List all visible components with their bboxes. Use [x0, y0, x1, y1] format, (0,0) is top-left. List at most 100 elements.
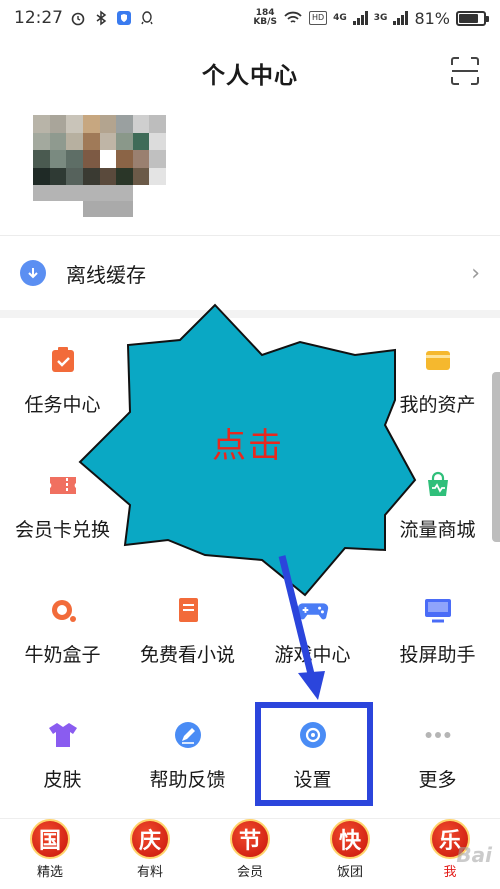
- avatar-pixel: [49, 167, 67, 185]
- avatar-pixel: [99, 115, 117, 133]
- avatar-pixel: [82, 167, 100, 185]
- download-icon: [20, 260, 46, 286]
- nav-item-2[interactable]: 节会员: [200, 819, 300, 889]
- avatar-pixel: [82, 115, 100, 133]
- net-type-1: 4G: [333, 12, 347, 23]
- avatar-pixel: [149, 167, 166, 185]
- scrollbar[interactable]: [492, 372, 500, 542]
- avatar[interactable]: [33, 115, 166, 185]
- grid-item-hidden[interactable]: [250, 455, 375, 565]
- scan-icon[interactable]: [450, 56, 480, 86]
- grid-item-label: 牛奶盒子: [24, 644, 101, 666]
- tshirt-icon: [47, 719, 79, 751]
- milk-box-icon: [47, 594, 79, 626]
- grid-item-shopping-bag[interactable]: 流量商城: [375, 455, 500, 565]
- nav-badge-icon: 庆: [130, 819, 170, 859]
- avatar-pixel: [66, 132, 83, 150]
- grid-item-gamepad[interactable]: 游戏中心: [250, 580, 375, 690]
- nav-badge-icon: 国: [30, 819, 70, 859]
- avatar-pixel: [116, 132, 133, 150]
- bluetooth-icon: [96, 10, 107, 26]
- avatar-pixel: [66, 115, 83, 133]
- nav-label: 会员: [236, 865, 263, 880]
- chevron-right-icon: ›: [471, 260, 480, 286]
- watermark: Bai: [456, 843, 492, 867]
- hd-badge: HD: [308, 11, 328, 25]
- username-blurred-2: [83, 201, 133, 217]
- section-divider: [0, 310, 500, 318]
- hidden-icon: [172, 469, 204, 501]
- avatar-pixel: [49, 115, 67, 133]
- status-bar: 12:27 184 KB/S HD 4G 3G 81%: [0, 0, 500, 36]
- monitor-icon: [422, 594, 454, 626]
- grid-item-label: 帮助反馈: [149, 769, 226, 791]
- avatar-pixel: [132, 150, 150, 168]
- nav-label: 有料: [136, 865, 163, 880]
- grid-item-more-dots[interactable]: 更多: [375, 705, 500, 815]
- network-speed: 184 KB/S: [253, 9, 277, 27]
- nav-badge-icon: 节: [230, 819, 270, 859]
- avatar-pixel: [116, 167, 133, 185]
- avatar-pixel: [116, 115, 133, 133]
- grid-item-pencil[interactable]: 帮助反馈: [125, 705, 250, 815]
- header: 个人中心: [0, 44, 500, 102]
- hidden-icon: [297, 344, 329, 376]
- battery-icon: [456, 10, 489, 26]
- avatar-pixel: [99, 132, 117, 150]
- grid-item-ticket[interactable]: 会员卡兑换: [0, 455, 125, 565]
- avatar-pixel: [149, 150, 166, 168]
- gamepad-icon: [297, 594, 329, 626]
- grid-item-monitor[interactable]: 投屏助手: [375, 580, 500, 690]
- avatar-pixel: [99, 167, 117, 185]
- alarm-icon: [71, 12, 85, 26]
- grid-item-book[interactable]: 免费看小说: [125, 580, 250, 690]
- wifi-icon: [284, 11, 302, 23]
- avatar-pixel: [66, 167, 83, 185]
- book-icon: [172, 594, 204, 626]
- avatar-pixel: [132, 167, 150, 185]
- qq-icon: [141, 11, 153, 25]
- more-dots-icon: [422, 719, 454, 751]
- avatar-pixel: [149, 132, 166, 150]
- avatar-pixel: [132, 132, 150, 150]
- battery-percent: 81%: [414, 8, 450, 28]
- grid-item-milk-box[interactable]: 牛奶盒子: [0, 580, 125, 690]
- avatar-pixel: [82, 132, 100, 150]
- ticket-icon: [47, 469, 79, 501]
- avatar-pixel: [66, 150, 83, 168]
- avatar-pixel: [33, 115, 50, 133]
- offline-cache-label: 离线缓存: [66, 262, 146, 287]
- grid-item-label: 流量商城: [399, 519, 476, 541]
- annotation-click-text: 点击: [212, 426, 284, 466]
- grid-item-label: 任务中心: [24, 394, 101, 416]
- signal-icon: [352, 11, 368, 25]
- battery-fill: [459, 13, 479, 23]
- hidden-icon: [297, 469, 329, 501]
- grid-item-hidden[interactable]: [125, 455, 250, 565]
- offline-cache-row[interactable]: 离线缓存 ›: [0, 250, 500, 296]
- nav-item-3[interactable]: 快饭团: [300, 819, 400, 889]
- signal-icon-2: [393, 11, 409, 25]
- nav-item-0[interactable]: 国精选: [0, 819, 100, 889]
- grid-item-task-clipboard[interactable]: 任务中心: [0, 330, 125, 440]
- avatar-pixel: [132, 115, 150, 133]
- shopping-bag-icon: [422, 469, 454, 501]
- hidden-icon: [172, 344, 204, 376]
- avatar-pixel: [33, 132, 50, 150]
- grid-item-label: 游戏中心: [274, 644, 351, 666]
- bottom-nav: 国精选庆有料节会员快饭团乐我: [0, 818, 500, 889]
- avatar-pixel: [82, 150, 100, 168]
- nav-item-1[interactable]: 庆有料: [100, 819, 200, 889]
- avatar-pixel: [49, 132, 67, 150]
- grid-item-label: 投屏助手: [399, 644, 476, 666]
- page-title: 个人中心: [202, 63, 298, 89]
- avatar-pixel: [49, 150, 67, 168]
- task-clipboard-icon: [47, 344, 79, 376]
- nav-label: 饭团: [336, 865, 363, 880]
- grid-item-label: 更多: [418, 769, 457, 791]
- nav-label: 我: [443, 865, 457, 880]
- status-time: 12:27: [14, 8, 63, 28]
- grid-item-wallet[interactable]: 我的资产: [375, 330, 500, 440]
- grid-item-tshirt[interactable]: 皮肤: [0, 705, 125, 815]
- net-type-2: 3G: [373, 12, 388, 23]
